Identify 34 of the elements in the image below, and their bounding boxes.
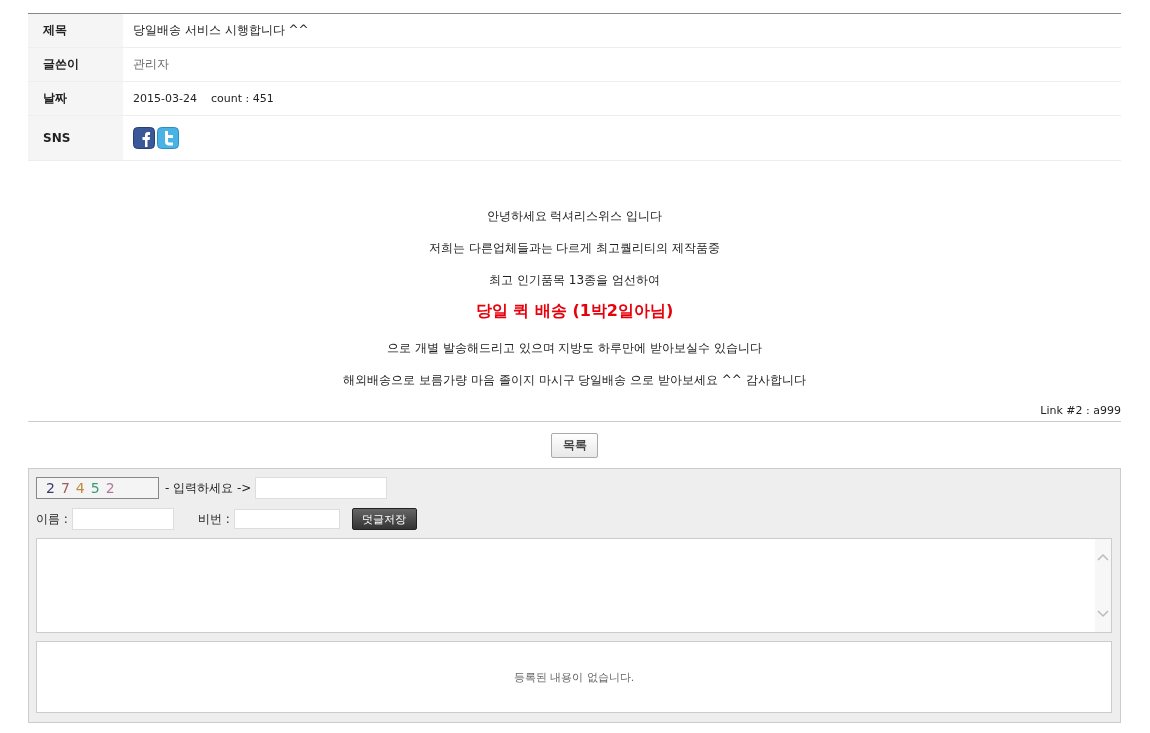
body-text: 해외배송으로 보름가량 마음 졸이지 마시구 당일배송 으로 받아보세요 ^^ 감사합니다 [343,373,806,387]
twitter-icon[interactable] [157,127,179,149]
body-text: 최고 인기품목 13종을 엄선하여 [489,273,660,287]
name-field[interactable] [71,508,174,530]
facebook-icon[interactable] [133,127,155,149]
list-button[interactable]: 목록 [551,433,598,458]
body-text: 안녕하세요 럭셔리스위스 입니다 [486,209,663,223]
post-date: 2015-03-24 [133,92,197,105]
save-comment-button[interactable]: 덧글저장 [351,508,417,530]
captcha-digit: 2 [105,480,115,496]
field-label: 제목 [28,14,123,47]
password-field[interactable] [233,509,340,529]
empty-message: 등록된 내용이 없습니다. [513,669,635,685]
body-text: 저희는 다른업체들과는 다르게 최고퀄리티의 제작품중 [428,241,721,255]
highlighted-text: 당일 퀵 배송 (1박2일아님) [475,301,674,320]
field-label: 날짜 [28,82,123,115]
captcha-digit: 5 [90,480,100,496]
view-count: count : 451 [210,92,274,105]
body-text: 으로 개별 발송해드리고 있으며 지방도 하루만에 받아보실수 있습니다 [387,341,762,355]
captcha-digit: 7 [60,480,70,496]
captcha-field[interactable] [255,477,388,499]
link-text: Link #2 : a999 [28,404,1121,422]
field-label: 글쓴이 [28,48,123,81]
scroll-up-icon[interactable] [1097,553,1109,561]
password-label: 비번 : [197,510,230,528]
field-label: SNS [28,116,123,160]
captcha-digit: 4 [75,480,85,496]
captcha-label: - 입력하세요 -> [165,479,252,497]
comment-textarea[interactable] [36,538,1112,633]
captcha-digit: 2 [46,480,55,496]
post-title: 당일배송 서비스 시행합니다 ^^ [133,22,309,39]
scroll-down-icon[interactable] [1097,610,1109,618]
author-name: 관리자 [133,56,169,73]
name-label: 이름 : [36,510,68,528]
